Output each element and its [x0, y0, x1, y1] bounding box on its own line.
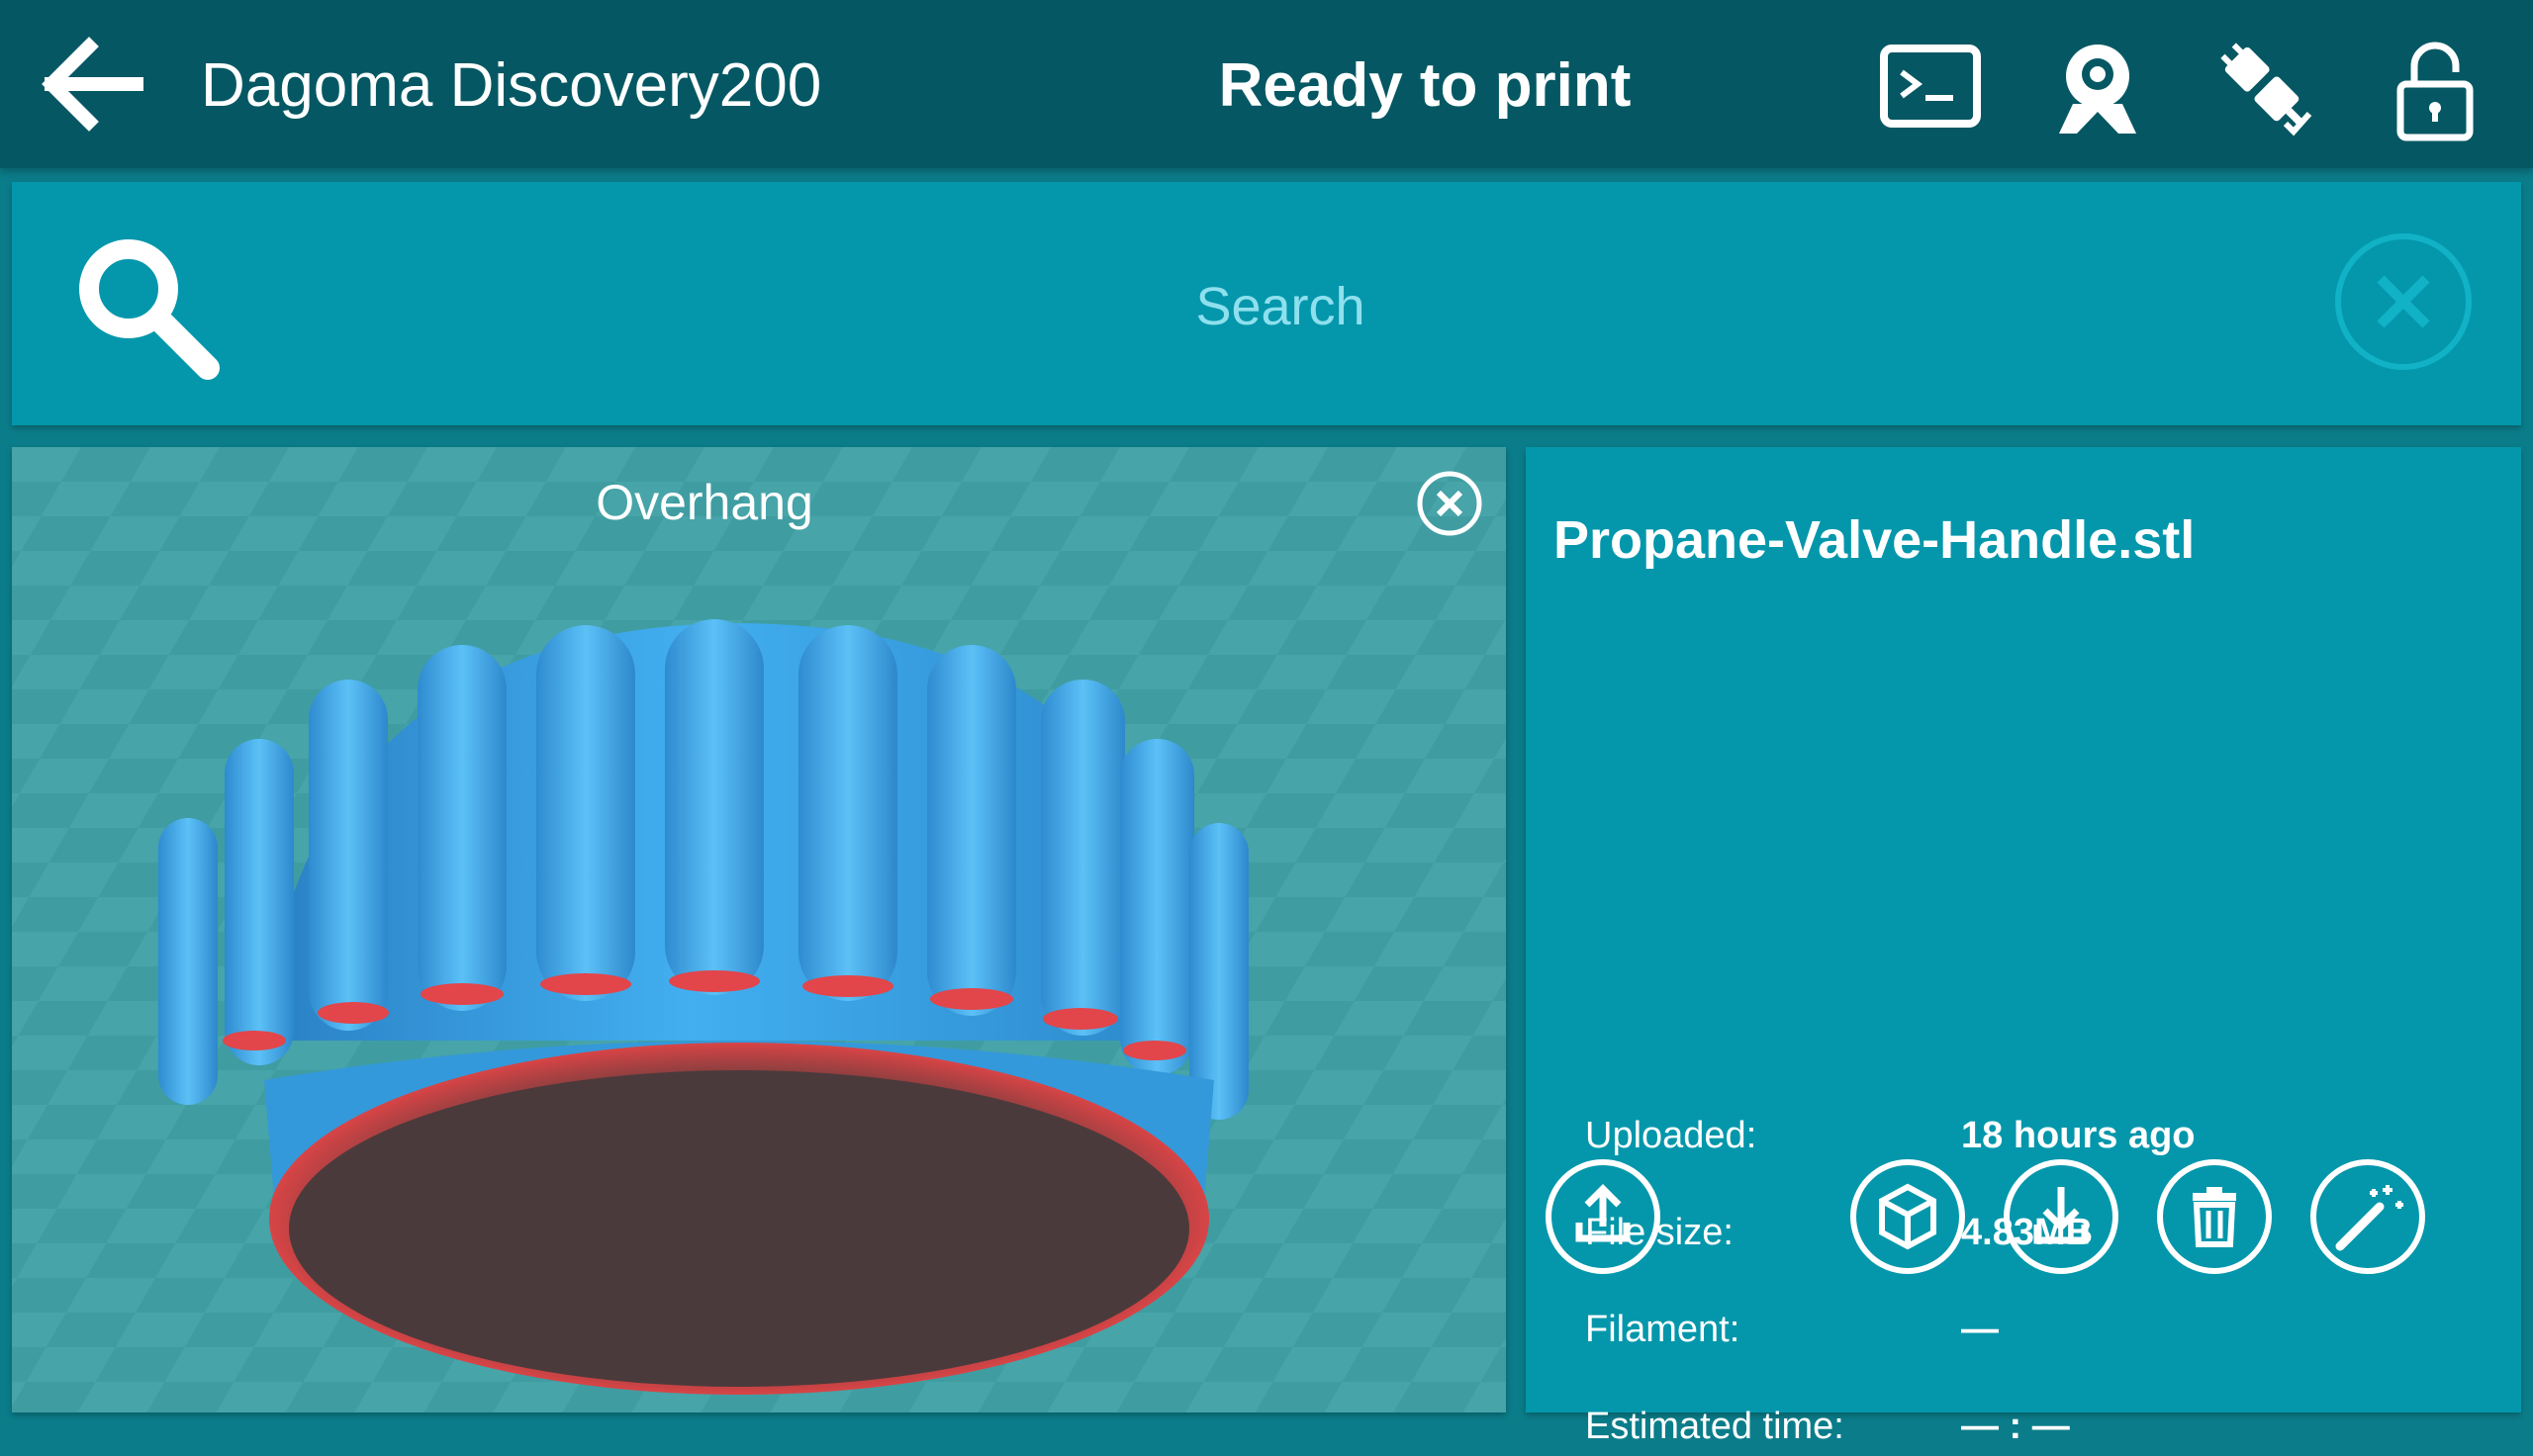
model-preview[interactable] [12, 447, 1506, 1412]
printer-name: Dagoma Discovery200 [201, 51, 822, 120]
upload-icon [1546, 1159, 1660, 1274]
info-label: Estimated time: [1585, 1406, 1844, 1447]
slice-button[interactable] [2308, 1157, 2427, 1276]
terminal-icon [1880, 45, 1981, 128]
plug-icon [2220, 43, 2312, 136]
model-viewer[interactable]: Overhang [12, 447, 1506, 1412]
clear-search-button[interactable] [2333, 231, 2474, 372]
webcam-icon [2059, 45, 2136, 134]
viewer-title: Overhang [596, 475, 813, 530]
info-label: Filament: [1585, 1309, 1740, 1350]
file-info-panel: Propane-Valve-Handle.stl Uploaded: 18 ho… [1526, 447, 2521, 1447]
back-button[interactable] [40, 30, 148, 138]
delete-button[interactable] [2155, 1157, 2274, 1276]
magic-wand-icon [2310, 1159, 2425, 1274]
top-app-bar: Dagoma Discovery200 Ready to print [0, 0, 2533, 168]
view-3d-button[interactable] [1848, 1157, 1967, 1276]
download-button[interactable] [2002, 1157, 2120, 1276]
search-panel [12, 182, 2521, 425]
close-icon [1417, 471, 1482, 536]
trash-icon [2157, 1159, 2272, 1274]
printer-status: Ready to print [1218, 51, 1632, 120]
info-value: — : — [1961, 1406, 2070, 1447]
lock-icon [2396, 42, 2474, 141]
close-viewer-button[interactable] [1415, 469, 1484, 538]
close-icon [2335, 233, 2472, 370]
terminal-button[interactable] [1876, 35, 1985, 143]
arrow-left-icon [42, 37, 143, 132]
cube-icon [1850, 1159, 1965, 1274]
lock-button[interactable] [2381, 35, 2489, 143]
connection-button[interactable] [2212, 35, 2321, 143]
upload-button[interactable] [1544, 1157, 1662, 1276]
info-value: — [1961, 1309, 1999, 1350]
search-icon [69, 229, 228, 388]
search-input[interactable] [427, 261, 2133, 352]
info-value: 18 hours ago [1961, 1115, 2196, 1156]
download-icon [2004, 1159, 2118, 1274]
webcam-button[interactable] [2043, 35, 2152, 143]
file-name: Propane-Valve-Handle.stl [1553, 510, 2196, 570]
info-label: Uploaded: [1585, 1115, 1757, 1156]
